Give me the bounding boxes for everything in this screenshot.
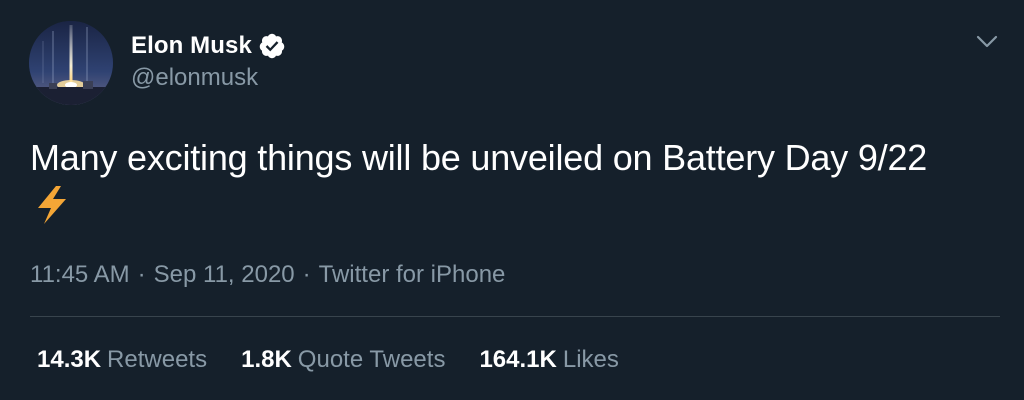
tweet-text: Many exciting things will be unveiled on… xyxy=(30,132,1005,226)
meta-separator: · xyxy=(137,261,146,288)
chevron-down-icon[interactable] xyxy=(973,29,1001,53)
tweet-date[interactable]: Sep 11, 2020 xyxy=(154,261,295,289)
likes-count: 164.1K xyxy=(479,346,557,373)
tweet-time[interactable]: 11:45 AM xyxy=(30,261,130,289)
retweets-count: 14.3K xyxy=(37,346,102,373)
divider xyxy=(30,316,1000,317)
rocket-launch-image xyxy=(29,21,113,105)
likes-stat[interactable]: 164.1K Likes xyxy=(479,346,618,374)
meta-separator: · xyxy=(302,261,311,288)
author-handle[interactable]: @elonmusk xyxy=(131,64,258,92)
likes-label: Likes xyxy=(562,346,619,373)
quote-tweets-label: Quote Tweets xyxy=(297,346,446,373)
high-voltage-icon xyxy=(30,184,74,226)
tweet-card: Elon Musk @elonmusk Many exciting things… xyxy=(0,0,1024,400)
verified-badge-icon xyxy=(258,32,286,60)
quote-tweets-count: 1.8K xyxy=(241,346,292,373)
author-display-name[interactable]: Elon Musk xyxy=(131,32,252,60)
avatar[interactable] xyxy=(29,21,113,105)
retweets-label: Retweets xyxy=(107,346,208,373)
tweet-stats: 14.3K Retweets 1.8K Quote Tweets 164.1K … xyxy=(37,344,653,376)
retweets-stat[interactable]: 14.3K Retweets xyxy=(37,346,207,374)
tweet-body: Many exciting things will be unveiled on… xyxy=(30,137,928,178)
tweet-source[interactable]: Twitter for iPhone xyxy=(319,261,506,289)
author-name-row[interactable]: Elon Musk xyxy=(131,30,286,62)
quote-tweets-stat[interactable]: 1.8K Quote Tweets xyxy=(241,346,445,374)
tweet-metadata: 11:45 AM · Sep 11, 2020 · Twitter for iP… xyxy=(30,260,505,290)
